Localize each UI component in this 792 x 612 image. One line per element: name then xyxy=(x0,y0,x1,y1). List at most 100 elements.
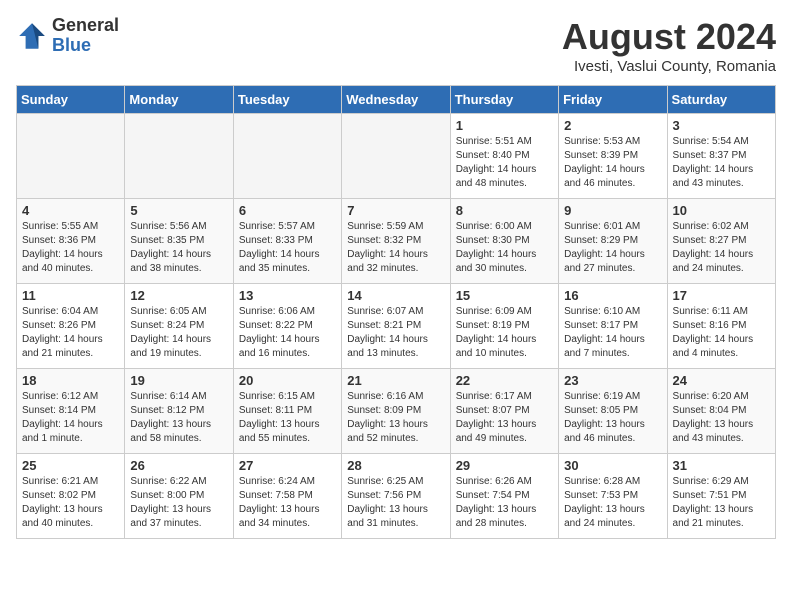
calendar-day-cell: 26 Sunrise: 6:22 AM Sunset: 8:00 PM Dayli… xyxy=(125,454,233,539)
calendar-day-cell: 13Sunrise: 6:06 AM Sunset: 8:22 PM Dayli… xyxy=(233,284,341,369)
calendar-day-cell xyxy=(17,114,125,199)
calendar-week-row: 4 Sunrise: 5:55 AM Sunset: 8:36 PM Daylig… xyxy=(17,199,776,284)
calendar-day-cell: 31Sunrise: 6:29 AM Sunset: 7:51 PM Dayli… xyxy=(667,454,775,539)
location-subtitle: Ivesti, Vaslui County, Romania xyxy=(562,58,776,75)
day-info: Sunrise: 6:10 AM Sunset: 8:17 PM Dayligh… xyxy=(564,305,661,361)
calendar-day-cell: 20 Sunrise: 6:15 AM Sunset: 8:11 PM Dayli… xyxy=(233,369,341,454)
day-info: Sunrise: 5:55 AM Sunset: 8:36 PM Dayligh… xyxy=(22,220,119,276)
day-info: Sunrise: 6:28 AM Sunset: 7:53 PM Dayligh… xyxy=(564,475,661,531)
calendar-day-cell: 17Sunrise: 6:11 AM Sunset: 8:16 PM Dayli… xyxy=(667,284,775,369)
calendar-day-cell: 21 Sunrise: 6:16 AM Sunset: 8:09 PM Dayli… xyxy=(342,369,450,454)
day-info: Sunrise: 6:00 AM Sunset: 8:30 PM Dayligh… xyxy=(456,220,553,276)
logo: General Blue xyxy=(16,16,119,56)
day-number: 2 xyxy=(564,118,661,133)
calendar-day-cell: 25Sunrise: 6:21 AM Sunset: 8:02 PM Dayli… xyxy=(17,454,125,539)
calendar-day-cell xyxy=(233,114,341,199)
calendar-day-header: Tuesday xyxy=(233,86,341,114)
day-info: Sunrise: 6:25 AM Sunset: 7:56 PM Dayligh… xyxy=(347,475,444,531)
day-number: 30 xyxy=(564,458,661,473)
day-number: 5 xyxy=(130,203,227,218)
calendar-day-cell: 2 Sunrise: 5:53 AM Sunset: 8:39 PM Daylig… xyxy=(559,114,667,199)
calendar-day-cell: 14Sunrise: 6:07 AM Sunset: 8:21 PM Dayli… xyxy=(342,284,450,369)
logo-text: General Blue xyxy=(52,16,119,56)
calendar-week-row: 25Sunrise: 6:21 AM Sunset: 8:02 PM Dayli… xyxy=(17,454,776,539)
logo-icon xyxy=(16,20,48,52)
calendar-day-cell: 12Sunrise: 6:05 AM Sunset: 8:24 PM Dayli… xyxy=(125,284,233,369)
calendar-day-cell xyxy=(342,114,450,199)
day-info: Sunrise: 6:16 AM Sunset: 8:09 PM Dayligh… xyxy=(347,390,444,446)
calendar-day-cell: 24Sunrise: 6:20 AM Sunset: 8:04 PM Dayli… xyxy=(667,369,775,454)
calendar-day-header: Friday xyxy=(559,86,667,114)
calendar-table: SundayMondayTuesdayWednesdayThursdayFrid… xyxy=(16,85,776,539)
day-number: 8 xyxy=(456,203,553,218)
day-info: Sunrise: 5:54 AM Sunset: 8:37 PM Dayligh… xyxy=(673,135,770,191)
page-header: General Blue August 2024 Ivesti, Vaslui … xyxy=(16,16,776,75)
day-number: 14 xyxy=(347,288,444,303)
day-number: 19 xyxy=(130,373,227,388)
day-number: 22 xyxy=(456,373,553,388)
day-info: Sunrise: 5:56 AM Sunset: 8:35 PM Dayligh… xyxy=(130,220,227,276)
calendar-week-row: 11 Sunrise: 6:04 AM Sunset: 8:26 PM Dayli… xyxy=(17,284,776,369)
day-number: 23 xyxy=(564,373,661,388)
calendar-day-cell: 11 Sunrise: 6:04 AM Sunset: 8:26 PM Dayli… xyxy=(17,284,125,369)
day-number: 15 xyxy=(456,288,553,303)
calendar-day-cell: 7 Sunrise: 5:59 AM Sunset: 8:32 PM Daylig… xyxy=(342,199,450,284)
day-info: Sunrise: 5:57 AM Sunset: 8:33 PM Dayligh… xyxy=(239,220,336,276)
day-number: 21 xyxy=(347,373,444,388)
calendar-day-cell: 27Sunrise: 6:24 AM Sunset: 7:58 PM Dayli… xyxy=(233,454,341,539)
day-number: 28 xyxy=(347,458,444,473)
month-year-title: August 2024 xyxy=(562,16,776,58)
day-info: Sunrise: 6:22 AM Sunset: 8:00 PM Dayligh… xyxy=(130,475,227,531)
calendar-day-cell: 8 Sunrise: 6:00 AM Sunset: 8:30 PM Daylig… xyxy=(450,199,558,284)
calendar-day-cell: 9Sunrise: 6:01 AM Sunset: 8:29 PM Daylig… xyxy=(559,199,667,284)
calendar-day-header: Wednesday xyxy=(342,86,450,114)
calendar-day-cell: 18 Sunrise: 6:12 AM Sunset: 8:14 PM Dayli… xyxy=(17,369,125,454)
day-info: Sunrise: 5:59 AM Sunset: 8:32 PM Dayligh… xyxy=(347,220,444,276)
day-info: Sunrise: 6:04 AM Sunset: 8:26 PM Dayligh… xyxy=(22,305,119,361)
title-block: August 2024 Ivesti, Vaslui County, Roman… xyxy=(562,16,776,75)
calendar-day-cell: 16 Sunrise: 6:10 AM Sunset: 8:17 PM Dayli… xyxy=(559,284,667,369)
day-info: Sunrise: 6:14 AM Sunset: 8:12 PM Dayligh… xyxy=(130,390,227,446)
day-number: 18 xyxy=(22,373,119,388)
calendar-day-cell: 6 Sunrise: 5:57 AM Sunset: 8:33 PM Daylig… xyxy=(233,199,341,284)
day-info: Sunrise: 6:12 AM Sunset: 8:14 PM Dayligh… xyxy=(22,390,119,446)
calendar-day-cell: 5 Sunrise: 5:56 AM Sunset: 8:35 PM Daylig… xyxy=(125,199,233,284)
calendar-day-cell: 15 Sunrise: 6:09 AM Sunset: 8:19 PM Dayli… xyxy=(450,284,558,369)
day-info: Sunrise: 5:53 AM Sunset: 8:39 PM Dayligh… xyxy=(564,135,661,191)
day-info: Sunrise: 6:09 AM Sunset: 8:19 PM Dayligh… xyxy=(456,305,553,361)
calendar-day-cell: 19 Sunrise: 6:14 AM Sunset: 8:12 PM Dayli… xyxy=(125,369,233,454)
day-number: 29 xyxy=(456,458,553,473)
day-info: Sunrise: 6:29 AM Sunset: 7:51 PM Dayligh… xyxy=(673,475,770,531)
day-info: Sunrise: 6:24 AM Sunset: 7:58 PM Dayligh… xyxy=(239,475,336,531)
calendar-day-header: Saturday xyxy=(667,86,775,114)
day-number: 11 xyxy=(22,288,119,303)
day-number: 16 xyxy=(564,288,661,303)
day-number: 4 xyxy=(22,203,119,218)
calendar-day-cell: 22Sunrise: 6:17 AM Sunset: 8:07 PM Dayli… xyxy=(450,369,558,454)
day-info: Sunrise: 5:51 AM Sunset: 8:40 PM Dayligh… xyxy=(456,135,553,191)
calendar-day-cell: 30 Sunrise: 6:28 AM Sunset: 7:53 PM Dayli… xyxy=(559,454,667,539)
day-number: 7 xyxy=(347,203,444,218)
calendar-day-cell: 1Sunrise: 5:51 AM Sunset: 8:40 PM Daylig… xyxy=(450,114,558,199)
day-number: 26 xyxy=(130,458,227,473)
day-number: 12 xyxy=(130,288,227,303)
calendar-day-cell: 23Sunrise: 6:19 AM Sunset: 8:05 PM Dayli… xyxy=(559,369,667,454)
day-info: Sunrise: 6:20 AM Sunset: 8:04 PM Dayligh… xyxy=(673,390,770,446)
calendar-day-cell: 29 Sunrise: 6:26 AM Sunset: 7:54 PM Dayli… xyxy=(450,454,558,539)
day-number: 10 xyxy=(673,203,770,218)
calendar-day-header: Monday xyxy=(125,86,233,114)
day-number: 20 xyxy=(239,373,336,388)
day-number: 6 xyxy=(239,203,336,218)
day-number: 9 xyxy=(564,203,661,218)
day-info: Sunrise: 6:11 AM Sunset: 8:16 PM Dayligh… xyxy=(673,305,770,361)
calendar-header-row: SundayMondayTuesdayWednesdayThursdayFrid… xyxy=(17,86,776,114)
calendar-day-cell xyxy=(125,114,233,199)
day-info: Sunrise: 6:15 AM Sunset: 8:11 PM Dayligh… xyxy=(239,390,336,446)
calendar-day-header: Sunday xyxy=(17,86,125,114)
day-info: Sunrise: 6:02 AM Sunset: 8:27 PM Dayligh… xyxy=(673,220,770,276)
day-info: Sunrise: 6:26 AM Sunset: 7:54 PM Dayligh… xyxy=(456,475,553,531)
day-number: 13 xyxy=(239,288,336,303)
calendar-day-cell: 10 Sunrise: 6:02 AM Sunset: 8:27 PM Dayli… xyxy=(667,199,775,284)
calendar-day-cell: 3Sunrise: 5:54 AM Sunset: 8:37 PM Daylig… xyxy=(667,114,775,199)
calendar-body: 1Sunrise: 5:51 AM Sunset: 8:40 PM Daylig… xyxy=(17,114,776,539)
